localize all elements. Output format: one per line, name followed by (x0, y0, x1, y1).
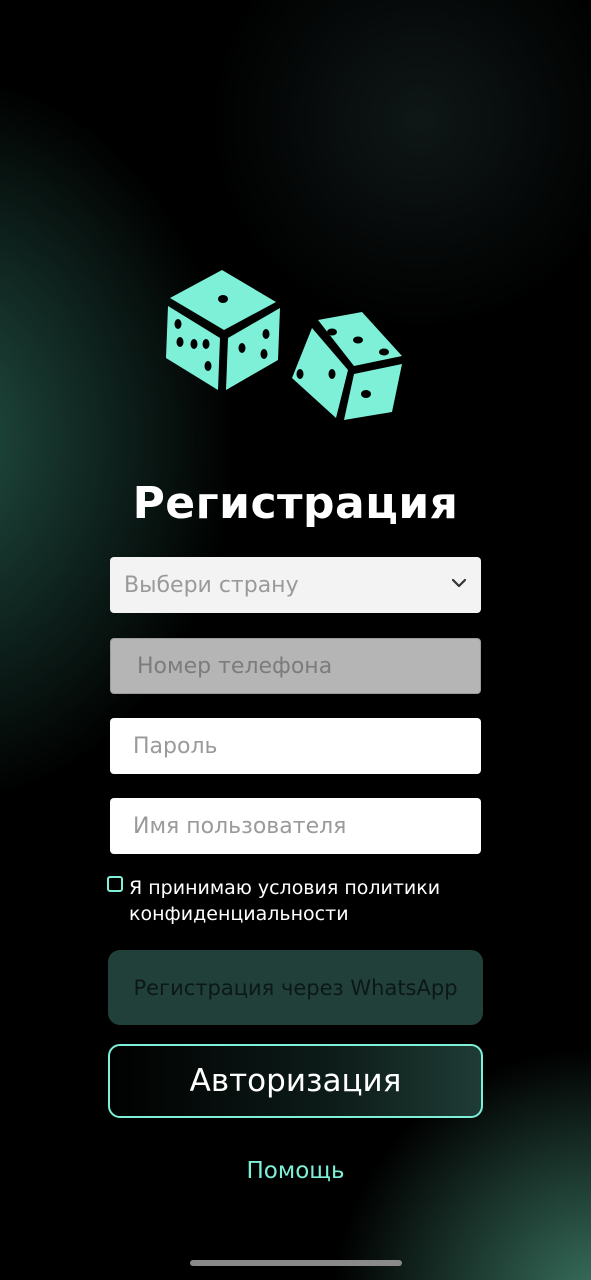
consent-label: Я принимаю условия политики конфиденциал… (129, 877, 441, 925)
chevron-down-icon (451, 578, 467, 588)
login-button-label: Авторизация (189, 1063, 402, 1099)
whatsapp-register-button[interactable]: Регистрация через WhatsApp (108, 950, 483, 1025)
consent-row: Я принимаю условия политики конфиденциал… (107, 875, 487, 927)
phone-field[interactable]: Номер телефона (110, 638, 481, 694)
username-field-placeholder: Имя пользователя (133, 813, 347, 839)
home-indicator[interactable] (190, 1260, 402, 1266)
password-field[interactable]: Пароль (110, 718, 481, 774)
page-title: Регистрация (132, 478, 459, 529)
username-field[interactable]: Имя пользователя (110, 798, 481, 854)
whatsapp-register-label: Регистрация через WhatsApp (133, 975, 458, 1000)
login-button[interactable]: Авторизация (108, 1044, 483, 1118)
country-select[interactable]: Выбери страну (110, 557, 481, 613)
password-field-placeholder: Пароль (133, 733, 218, 759)
phone-field-placeholder: Номер телефона (137, 653, 333, 679)
country-select-placeholder: Выбери страну (124, 572, 299, 598)
dice-icon (166, 270, 402, 420)
consent-checkbox[interactable] (107, 876, 123, 892)
help-link[interactable]: Помощь (0, 1158, 591, 1184)
